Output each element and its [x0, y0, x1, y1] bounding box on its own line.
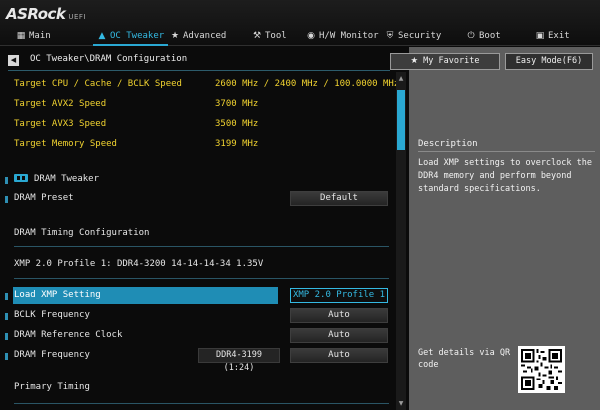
scroll-down-arrow-icon[interactable]: ▼: [396, 399, 406, 408]
tab-exit[interactable]: ▣ Exit: [535, 27, 570, 45]
target-cpu-value: 2600 MHz / 2400 MHz / 100.0000 MHz: [215, 79, 400, 89]
breadcrumb: ◀ OC Tweaker\DRAM Configuration: [8, 53, 383, 70]
brand-logo: ASRock UEFI: [6, 5, 87, 23]
power-icon: ⏻: [467, 31, 475, 41]
dram-preset-label: DRAM Preset: [14, 193, 74, 203]
target-avx2-row: Target AVX2 Speed 3700 MHz: [0, 96, 392, 113]
tab-hw-monitor[interactable]: ◉ H/W Monitor: [306, 27, 379, 45]
breadcrumb-divider: [8, 70, 390, 71]
memory-chip-icon: [14, 174, 28, 182]
target-avx3-row: Target AVX3 Speed 3500 MHz: [0, 116, 392, 133]
info-marker: [5, 353, 8, 360]
wrench-icon: ⚒: [252, 31, 262, 41]
target-cpu-row: Target CPU / Cache / BCLK Speed 2600 MHz…: [0, 76, 399, 93]
dram-ref-clock-row[interactable]: DRAM Reference Clock Auto: [0, 327, 392, 344]
dram-preset-select[interactable]: Default: [290, 191, 388, 206]
dram-frequency-current: DDR4-3199 (1:24): [198, 348, 280, 373]
info-marker: [5, 196, 8, 203]
timing-config-label: DRAM Timing Configuration: [14, 228, 150, 238]
description-panel: ★ My Favorite Easy Mode(F6) Description L…: [390, 47, 600, 410]
primary-timing-label: Primary Timing: [14, 382, 90, 392]
description-title: Description: [418, 139, 478, 149]
dram-tweaker-item: DRAM Tweaker: [14, 174, 99, 184]
bclk-frequency-label: BCLK Frequency: [14, 310, 90, 320]
tab-main[interactable]: ▦ Main: [16, 27, 51, 45]
dram-tweaker-row[interactable]: DRAM Tweaker: [0, 171, 392, 188]
dram-frequency-row[interactable]: DRAM Frequency DDR4-3199 (1:24) Auto: [0, 347, 392, 373]
section-divider: [14, 246, 389, 247]
target-avx3-value: 3500 MHz: [215, 119, 259, 129]
info-marker: [5, 313, 8, 320]
section-divider: [14, 403, 389, 404]
exit-door-icon: ▣: [535, 31, 545, 41]
target-avx2-label: Target AVX2 Speed: [14, 99, 107, 109]
dram-ref-clock-select[interactable]: Auto: [290, 328, 388, 343]
target-memory-label: Target Memory Speed: [14, 139, 117, 149]
tab-oc-tweaker[interactable]: ▲ OC Tweaker: [92, 27, 169, 46]
bclk-frequency-row[interactable]: BCLK Frequency Auto: [0, 307, 392, 324]
target-avx2-value: 3700 MHz: [215, 99, 259, 109]
primary-timing-row: Primary Timing: [0, 379, 392, 396]
bclk-frequency-select[interactable]: Auto: [290, 308, 388, 323]
target-cpu-label: Target CPU / Cache / BCLK Speed: [14, 79, 182, 89]
easy-mode-button[interactable]: Easy Mode(F6): [505, 53, 593, 70]
info-marker: [5, 177, 8, 184]
dram-preset-row[interactable]: DRAM Preset Default: [0, 190, 392, 207]
my-favorite-button[interactable]: ★ My Favorite: [390, 53, 500, 70]
flame-icon: ▲: [98, 31, 106, 41]
tab-tool[interactable]: ⚒ Tool: [252, 27, 287, 45]
favorite-star-icon: ★: [410, 56, 419, 66]
target-memory-value: 3199 MHz: [215, 139, 259, 149]
description-divider: [418, 151, 595, 152]
dram-ref-clock-label: DRAM Reference Clock: [14, 330, 123, 340]
load-xmp-select[interactable]: XMP 2.0 Profile 1: [290, 288, 388, 303]
description-text: Load XMP settings to overclock the DDR4 …: [418, 158, 592, 194]
back-arrow-icon[interactable]: ◀: [8, 55, 19, 66]
tab-security[interactable]: ⛨ Security: [385, 27, 442, 45]
load-xmp-row[interactable]: Load XMP Setting XMP 2.0 Profile 1: [0, 287, 392, 304]
info-marker: [5, 293, 8, 300]
tab-advanced[interactable]: ★ Advanced: [170, 27, 226, 45]
info-marker: [5, 333, 8, 340]
dram-tweaker-label: DRAM Tweaker: [34, 174, 100, 184]
dram-frequency-label: DRAM Frequency: [14, 350, 90, 360]
load-xmp-label: Load XMP Setting: [14, 290, 101, 300]
scroll-up-arrow-icon[interactable]: ▲: [396, 74, 406, 83]
uefi-label: UEFI: [68, 13, 87, 21]
timing-config-row: DRAM Timing Configuration: [0, 225, 392, 242]
monitor-icon: ◉: [307, 31, 315, 41]
section-divider: [14, 278, 389, 279]
top-bar: ASRock UEFI ▦ Main ▲ OC Tweaker ★ Advanced ⚒…: [0, 0, 600, 46]
dram-frequency-select[interactable]: Auto: [290, 348, 388, 363]
shield-icon: ⛨: [386, 31, 394, 41]
target-memory-row: Target Memory Speed 3199 MHz: [0, 136, 392, 153]
tab-boot[interactable]: ⏻ Boot: [466, 27, 500, 45]
star-icon: ★: [170, 31, 180, 41]
breadcrumb-path: OC Tweaker\DRAM Configuration: [30, 54, 188, 64]
qr-caption: Get details via QR code: [418, 348, 511, 370]
qr-code-icon: [518, 346, 565, 393]
main-grid-icon: ▦: [16, 31, 26, 41]
list-scrollbar[interactable]: ▲ ▼: [396, 72, 406, 410]
settings-list: Target CPU / Cache / BCLK Speed 2600 MHz…: [0, 72, 399, 410]
main-tabs: ▦ Main ▲ OC Tweaker ★ Advanced ⚒ Tool ◉ H/W M…: [0, 27, 600, 46]
target-avx3-label: Target AVX3 Speed: [14, 119, 107, 129]
scroll-thumb[interactable]: [397, 90, 405, 150]
xmp-profile-info-row: XMP 2.0 Profile 1: DDR4-3200 14-14-14-34…: [0, 256, 392, 273]
xmp-profile-info: XMP 2.0 Profile 1: DDR4-3200 14-14-14-34…: [14, 259, 264, 269]
